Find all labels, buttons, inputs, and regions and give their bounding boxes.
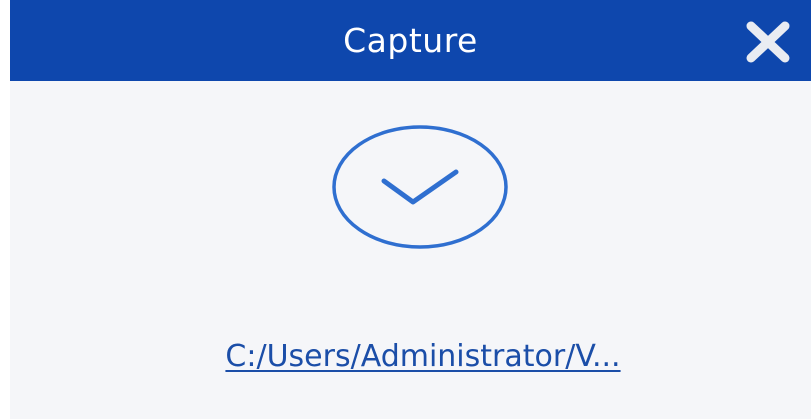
close-icon	[746, 21, 790, 63]
capture-dialog: Capture C:/Users/Administrator/V...	[10, 0, 811, 419]
close-button[interactable]	[744, 20, 792, 64]
success-check-icon	[330, 125, 510, 250]
dialog-title: Capture	[343, 21, 478, 60]
title-bar: Capture	[10, 0, 811, 81]
saved-file-path-link[interactable]: C:/Users/Administrator/V...	[98, 332, 748, 382]
